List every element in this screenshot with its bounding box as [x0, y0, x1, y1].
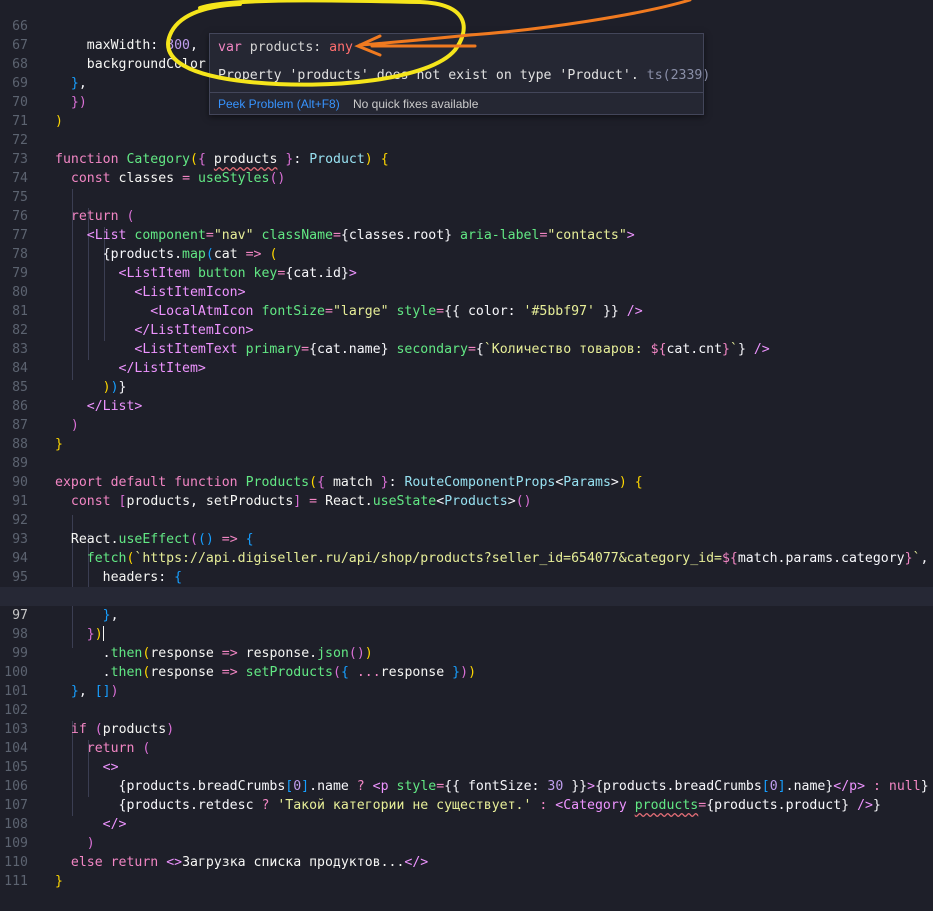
code-line[interactable]: 85 </List>	[0, 359, 933, 414]
error-code: ts(2339)	[646, 68, 711, 83]
line-code: }	[55, 874, 63, 890]
code-line[interactable]: 111	[0, 853, 933, 889]
code-line[interactable]: 81 </ListItemIcon>	[0, 283, 933, 338]
code-line[interactable]: 82 <ListItemText primary={cat.name} seco…	[0, 302, 933, 357]
hover-tooltip: var products: any Property 'products' do…	[209, 33, 710, 115]
code-line[interactable]: 86 )	[0, 378, 933, 433]
code-line[interactable]: 110 }	[0, 834, 933, 889]
code-line[interactable]: 96 },	[0, 568, 933, 623]
code-line[interactable]: 87 }	[0, 397, 933, 452]
hover-signature: var products: any	[218, 40, 353, 55]
no-quick-fixes-label: No quick fixes available	[353, 97, 479, 111]
code-line[interactable]: 90 const [products, setProducts] = React…	[0, 454, 933, 509]
code-line[interactable]: 101	[0, 663, 933, 699]
code-line[interactable]: 76 <List component="nav" className={clas…	[0, 188, 933, 243]
code-line[interactable]: 103 return (	[0, 701, 933, 756]
code-line[interactable]: 92 React.useEffect(() => {	[0, 492, 933, 547]
code-line[interactable]: 83 </ListItem>	[0, 321, 933, 376]
hover-signature-type: any	[329, 40, 353, 55]
hover-signature-name: products:	[241, 40, 330, 55]
code-line[interactable]: 88	[0, 416, 933, 452]
code-line[interactable]: 104 <>	[0, 720, 933, 775]
code-line[interactable]: 98 .then(response => response.json())	[0, 606, 933, 661]
code-line[interactable]: 94 headers: {	[0, 530, 933, 585]
code-line[interactable]: 93 fetch(`https://api.digiseller.ru/api/…	[0, 511, 933, 566]
code-line[interactable]: 91	[0, 473, 933, 509]
code-line[interactable]: 108 )	[0, 796, 933, 851]
code-line[interactable]: 107 </>	[0, 777, 933, 832]
hover-actions: Peek Problem (Alt+F8) No quick fixes ava…	[210, 92, 703, 115]
code-line[interactable]: 66 maxWidth: 800,	[0, 0, 933, 53]
code-line[interactable]: 95 Accept: 'application/json',	[0, 549, 933, 604]
error-message-text: Property 'products' does not exist on ty…	[218, 68, 639, 83]
code-line[interactable]: 99 .then(response => setProducts({ ...re…	[0, 625, 933, 680]
code-line[interactable]: 75 return (	[0, 169, 933, 224]
code-line[interactable]: 80 <LocalAtmIcon fontSize="large" style=…	[0, 264, 933, 319]
code-line[interactable]: 77 {products.map(cat => (	[0, 207, 933, 262]
code-line[interactable]: 100 }, [])	[0, 644, 933, 699]
code-line[interactable]: 78 <ListItem button key={cat.id}>	[0, 226, 933, 281]
code-line[interactable]: 79 <ListItemIcon>	[0, 245, 933, 300]
code-line[interactable]: 74	[0, 150, 933, 186]
code-line[interactable]: 109 else return <>Загрузка списка продук…	[0, 815, 933, 870]
code-line[interactable]: 89 export default function Products({ ma…	[0, 435, 933, 490]
code-editor[interactable]: 66 maxWidth: 800, 67 backgroundColor: th…	[0, 0, 933, 889]
line-number: 111	[4, 874, 28, 890]
code-line[interactable]: 73 const classes = useStyles()	[0, 131, 933, 186]
code-line[interactable]: 84 ))}	[0, 340, 933, 395]
code-line[interactable]: 102 if (products)	[0, 682, 933, 737]
peek-problem-link[interactable]: Peek Problem (Alt+F8)	[218, 93, 340, 115]
code-line-active[interactable]: 97 })	[0, 587, 933, 642]
hover-error-message: Property 'products' does not exist on ty…	[218, 68, 710, 83]
code-line[interactable]: 105 {products.breadCrumbs[0].name ? <p s…	[0, 739, 933, 794]
code-line[interactable]: 106 {products.retdesc ? 'Такой категории…	[0, 758, 933, 813]
hover-signature-keyword: var	[218, 40, 242, 55]
